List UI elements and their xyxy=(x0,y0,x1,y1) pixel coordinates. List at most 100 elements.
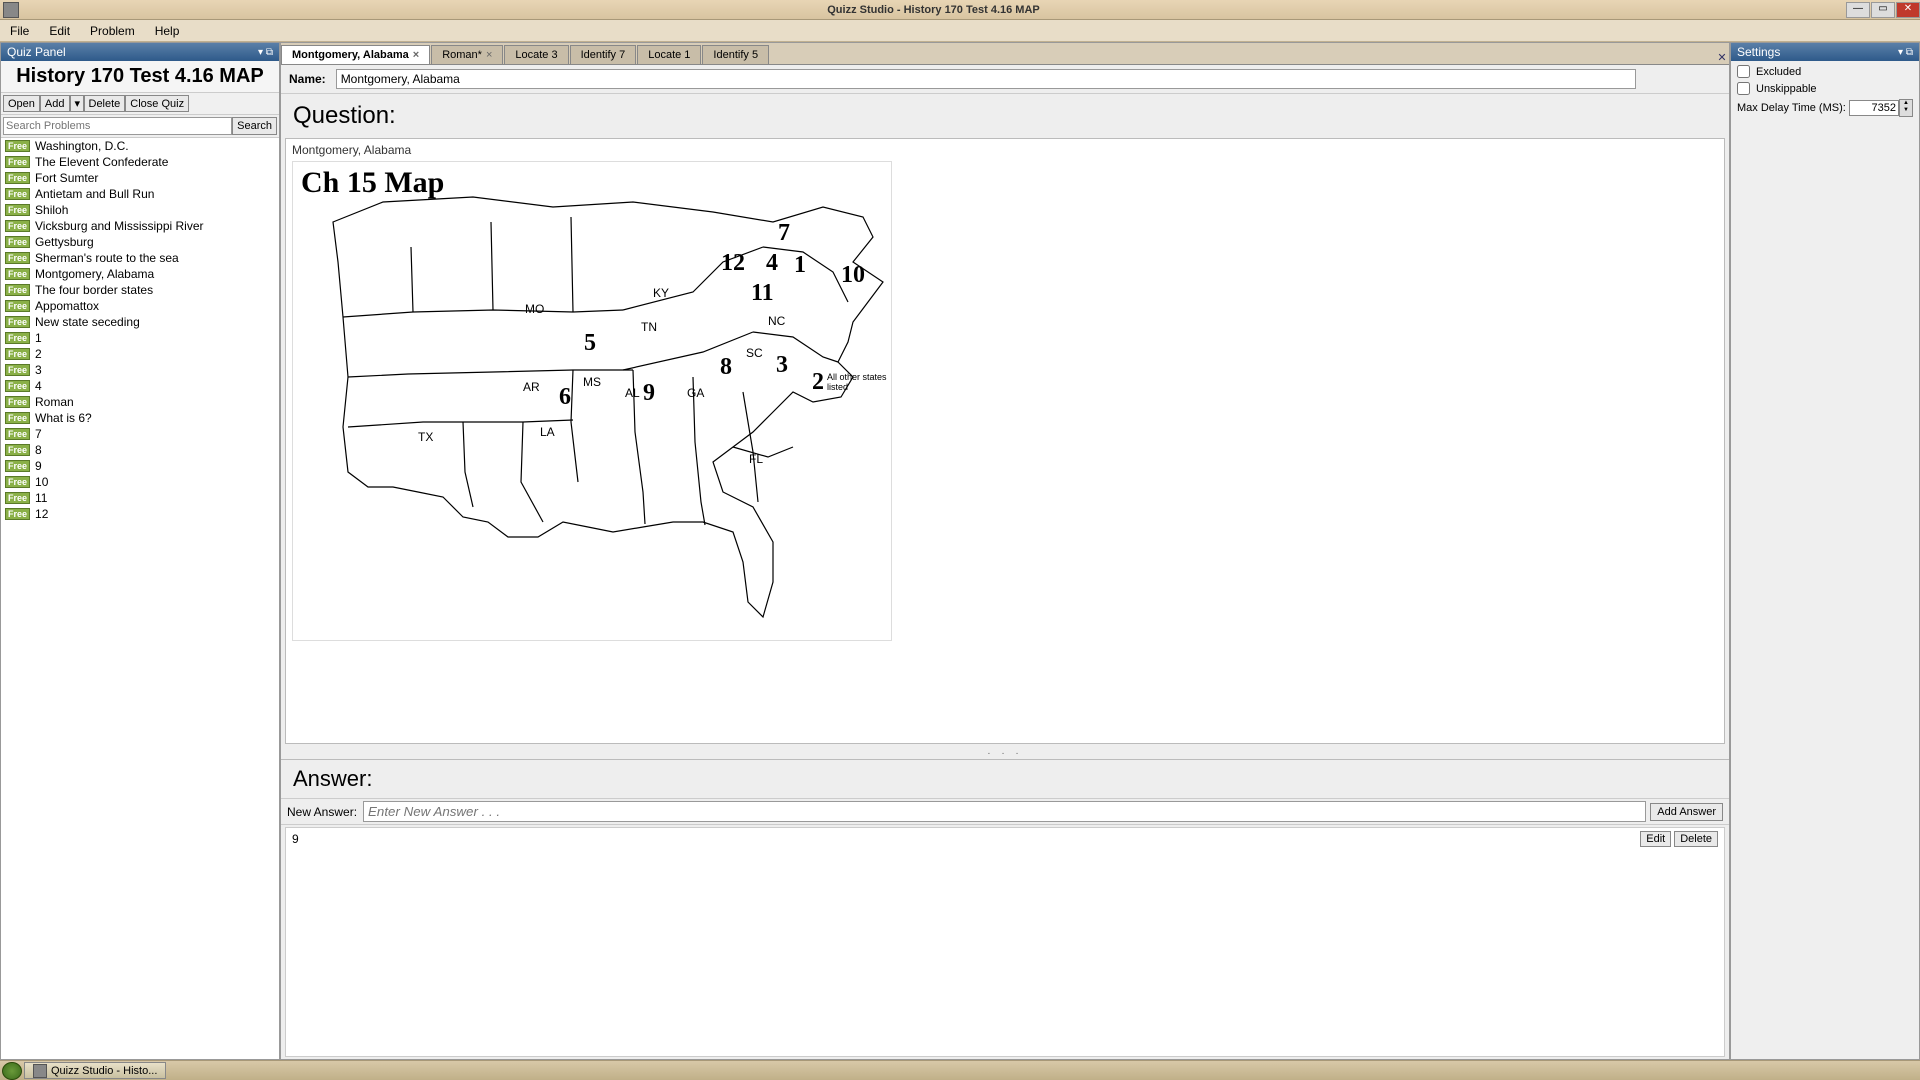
tab[interactable]: Locate 3 xyxy=(504,45,568,64)
delete-button[interactable]: Delete xyxy=(84,95,126,112)
problem-item[interactable]: FreeFort Sumter xyxy=(1,170,279,186)
problem-item-label: Appomattox xyxy=(35,299,99,313)
problem-item[interactable]: FreeWashington, D.C. xyxy=(1,138,279,154)
maximize-button[interactable]: ▭ xyxy=(1871,2,1895,18)
max-delay-spinner[interactable]: ▲▼ xyxy=(1899,99,1913,117)
search-input[interactable] xyxy=(3,117,232,135)
state-label-ky: KY xyxy=(653,286,669,300)
free-badge: Free xyxy=(5,380,30,392)
new-answer-input[interactable] xyxy=(363,801,1646,822)
free-badge: Free xyxy=(5,300,30,312)
start-button[interactable] xyxy=(2,1062,22,1080)
window-title: Quizz Studio - History 170 Test 4.16 MAP xyxy=(22,4,1845,16)
quiz-toolbar: Open Add ▾ Delete Close Quiz xyxy=(1,93,279,115)
close-button[interactable]: ✕ xyxy=(1896,2,1920,18)
map-number-12: 12 xyxy=(721,250,745,277)
max-delay-label: Max Delay Time (MS): xyxy=(1737,102,1849,114)
tab-label: Identify 5 xyxy=(713,49,758,61)
problem-item[interactable]: Free 9 xyxy=(1,458,279,474)
panel-dropdown-icon[interactable]: ▾ ⧉ xyxy=(258,47,273,58)
menu-problem[interactable]: Problem xyxy=(80,24,145,38)
problem-item[interactable]: FreeThe four border states xyxy=(1,282,279,298)
app-icon xyxy=(3,2,19,18)
problem-item[interactable]: FreeAntietam and Bull Run xyxy=(1,186,279,202)
free-badge: Free xyxy=(5,428,30,440)
problem-item[interactable]: Free Shiloh xyxy=(1,202,279,218)
tab-close-icon[interactable]: × xyxy=(413,49,419,61)
quiz-panel-title: Quiz Panel xyxy=(7,45,66,59)
problem-item-label: Montgomery, Alabama xyxy=(35,267,154,281)
unskippable-label: Unskippable xyxy=(1756,83,1817,95)
tab[interactable]: Roman*× xyxy=(431,45,503,64)
problem-item-label: Roman xyxy=(35,395,74,409)
problem-item[interactable]: FreeRoman xyxy=(1,394,279,410)
excluded-checkbox[interactable] xyxy=(1737,65,1750,78)
problem-item[interactable]: Free Appomattox xyxy=(1,298,279,314)
open-button[interactable]: Open xyxy=(3,95,40,112)
tab[interactable]: Montgomery, Alabama× xyxy=(281,45,430,64)
minimize-button[interactable]: — xyxy=(1846,2,1870,18)
tab[interactable]: Identify 7 xyxy=(570,45,637,64)
state-label-fl: FL xyxy=(749,452,763,466)
search-button[interactable]: Search xyxy=(232,117,277,135)
problem-item[interactable]: FreeSherman's route to the sea xyxy=(1,250,279,266)
tab-close-icon[interactable]: × xyxy=(486,49,492,61)
question-body[interactable]: Montgomery, Alabama xyxy=(285,138,1725,744)
problem-item-label: 9 xyxy=(35,459,42,473)
add-button[interactable]: Add xyxy=(40,95,70,112)
free-badge: Free xyxy=(5,332,30,344)
settings-dropdown-icon[interactable]: ▾ ⧉ xyxy=(1898,47,1913,58)
unskippable-checkbox[interactable] xyxy=(1737,82,1750,95)
problem-item[interactable]: Free3 xyxy=(1,362,279,378)
name-input[interactable] xyxy=(336,69,1636,89)
problem-item[interactable]: FreeWhat is 6? xyxy=(1,410,279,426)
tab-bar: Montgomery, Alabama×Roman*×Locate 3Ident… xyxy=(281,43,1729,65)
free-badge: Free xyxy=(5,204,30,216)
problem-item[interactable]: FreeVicksburg and Mississippi River xyxy=(1,218,279,234)
map-number-11: 11 xyxy=(751,280,774,307)
answer-delete-button[interactable]: Delete xyxy=(1674,831,1718,847)
answer-edit-button[interactable]: Edit xyxy=(1640,831,1671,847)
state-label-ar: AR xyxy=(523,380,540,394)
free-badge: Free xyxy=(5,412,30,424)
problem-item-label: 12 xyxy=(35,507,48,521)
free-badge: Free xyxy=(5,236,30,248)
problem-item[interactable]: Free8 xyxy=(1,442,279,458)
problem-item[interactable]: Free2 xyxy=(1,346,279,362)
new-answer-label: New Answer: xyxy=(287,805,357,819)
problem-item[interactable]: FreeNew state seceding xyxy=(1,314,279,330)
menu-edit[interactable]: Edit xyxy=(39,24,80,38)
problem-item[interactable]: FreeGettysburg xyxy=(1,234,279,250)
close-quiz-button[interactable]: Close Quiz xyxy=(125,95,189,112)
problem-item-label: 1 xyxy=(35,331,42,345)
map-number-1: 1 xyxy=(794,252,806,279)
problem-item[interactable]: FreeThe Elevent Confederate xyxy=(1,154,279,170)
problem-item-label: The four border states xyxy=(35,283,153,297)
max-delay-input[interactable] xyxy=(1849,100,1899,116)
problem-list[interactable]: FreeWashington, D.C.FreeThe Elevent Conf… xyxy=(1,138,279,1059)
question-header: Question: xyxy=(281,94,1729,138)
add-dropdown-icon[interactable]: ▾ xyxy=(70,95,84,112)
free-badge: Free xyxy=(5,444,30,456)
taskbar-item[interactable]: Quizz Studio - Histo... xyxy=(24,1062,166,1079)
splitter-handle[interactable]: · · · xyxy=(281,748,1729,759)
problem-item[interactable]: Free4 xyxy=(1,378,279,394)
free-badge: Free xyxy=(5,460,30,472)
free-badge: Free xyxy=(5,364,30,376)
menu-file[interactable]: File xyxy=(0,24,39,38)
problem-item[interactable]: Free10 xyxy=(1,474,279,490)
tab[interactable]: Identify 5 xyxy=(702,45,769,64)
state-label-tn: TN xyxy=(641,320,657,334)
editor-area: Montgomery, Alabama×Roman*×Locate 3Ident… xyxy=(280,42,1730,1060)
tabs-overflow-icon[interactable]: ✕ xyxy=(1715,51,1729,64)
state-label-tx: TX xyxy=(418,430,433,444)
tab[interactable]: Locate 1 xyxy=(637,45,701,64)
menu-help[interactable]: Help xyxy=(145,24,190,38)
problem-item-label: Shiloh xyxy=(35,203,68,217)
problem-item[interactable]: Free12 xyxy=(1,506,279,522)
problem-item[interactable]: FreeMontgomery, Alabama xyxy=(1,266,279,282)
problem-item[interactable]: Free 1 xyxy=(1,330,279,346)
add-answer-button[interactable]: Add Answer xyxy=(1650,803,1723,821)
problem-item[interactable]: Free7 xyxy=(1,426,279,442)
problem-item[interactable]: Free11 xyxy=(1,490,279,506)
